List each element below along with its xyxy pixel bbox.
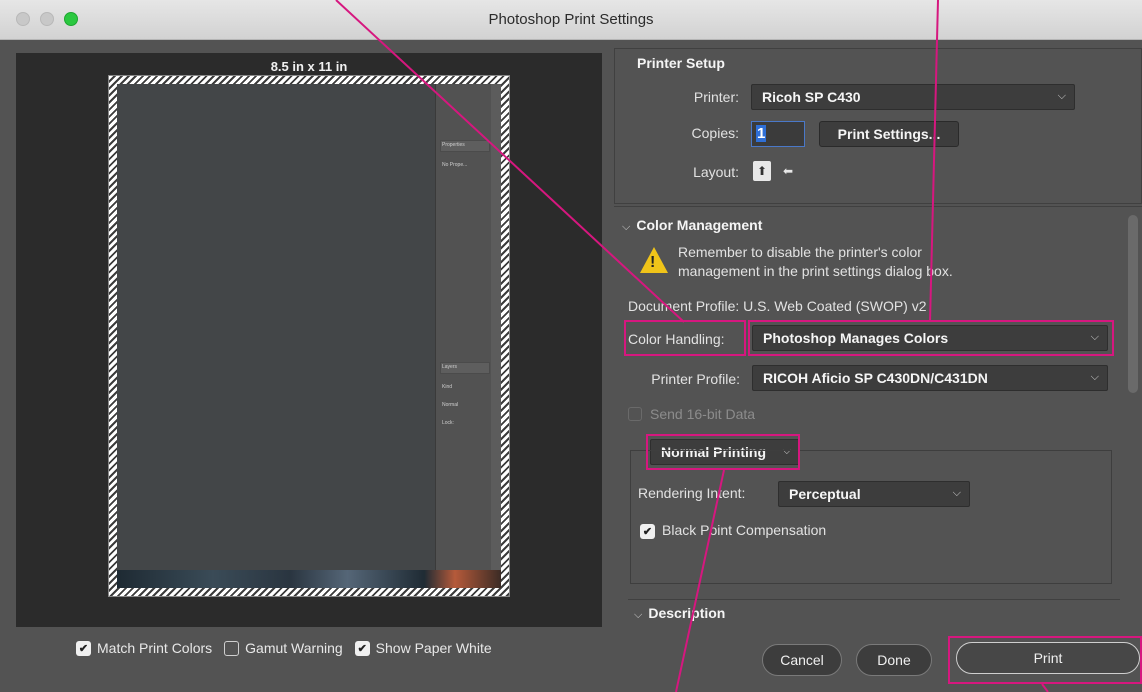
preview-lock-label: Lock: — [442, 420, 454, 426]
done-button[interactable]: Done — [856, 644, 932, 676]
paper-size-label: 8.5 in x 11 in — [270, 59, 348, 74]
printer-profile-dropdown[interactable]: RICOH Aficio SP C430DN/C431DN ⌵ — [752, 365, 1108, 391]
preview-side-panel: Properties No Prope... Layers Kind Norma… — [435, 84, 495, 570]
preview-kind-label: Kind — [442, 384, 453, 390]
color-management-header[interactable]: ⌵ Color Management — [622, 217, 762, 234]
preview-properties-label: Properties — [442, 142, 465, 148]
preview-normal-label: Normal — [442, 402, 459, 408]
warning-exclamation-icon: ! — [650, 254, 656, 271]
preview-image: Properties No Prope... Layers Kind Norma… — [117, 84, 501, 588]
section-divider — [628, 599, 1120, 600]
copies-label: Copies: — [691, 125, 739, 141]
cancel-button[interactable]: Cancel — [762, 644, 842, 676]
color-handling-label-highlight — [624, 320, 746, 356]
printer-profile-label: Printer Profile: — [651, 371, 740, 387]
preview-paper[interactable]: Properties No Prope... Layers Kind Norma… — [108, 75, 510, 597]
chevron-down-icon: ⌵ — [1090, 371, 1099, 383]
match-print-colors-option[interactable]: Match Print Colors — [76, 640, 212, 656]
warning-line-1: Remember to disable the printer's color — [678, 244, 922, 260]
warning-line-2: management in the print settings dialog … — [678, 263, 953, 279]
chevron-down-icon: ⌵ — [1057, 90, 1066, 102]
copies-value: 1 — [756, 125, 767, 142]
print-button-highlight — [948, 636, 1142, 684]
preview-no-properties-label: No Prope... — [442, 162, 468, 168]
preview-options: Match Print Colors Gamut Warning Show Pa… — [76, 640, 492, 656]
print-settings-window: Photoshop Print Settings 8.5 in x 11 in … — [0, 0, 1142, 692]
window-title: Photoshop Print Settings — [488, 11, 654, 28]
layout-label: Layout: — [693, 164, 739, 180]
portrait-layout-icon[interactable]: ⬆ — [753, 161, 771, 181]
printer-dropdown[interactable]: Ricoh SP C430 ⌵ — [751, 84, 1075, 110]
printer-value: Ricoh SP C430 — [762, 89, 861, 105]
chevron-down-icon: ⌵ — [634, 609, 643, 621]
show-paper-white-checkbox[interactable] — [354, 640, 370, 656]
gamut-warning-label: Gamut Warning — [245, 640, 343, 656]
show-paper-white-label: Show Paper White — [375, 640, 492, 656]
printer-profile-value: RICOH Aficio SP C430DN/C431DN — [763, 370, 988, 386]
preview-layers-label: Layers — [442, 364, 458, 370]
printer-label: Printer: — [693, 89, 739, 105]
gamut-warning-option[interactable]: Gamut Warning — [224, 640, 343, 656]
printer-setup-section: Printer Setup Printer: Ricoh SP C430 ⌵ C… — [614, 48, 1142, 204]
gamut-warning-checkbox[interactable] — [224, 640, 240, 656]
print-settings-button[interactable]: Print Settings... — [819, 121, 959, 147]
show-paper-white-option[interactable]: Show Paper White — [354, 640, 492, 656]
printer-setup-title: Printer Setup — [637, 55, 725, 71]
match-print-colors-label: Match Print Colors — [97, 640, 213, 656]
send-16bit-checkbox[interactable] — [628, 407, 642, 421]
description-title: Description — [648, 605, 726, 621]
title-bar: Photoshop Print Settings — [0, 0, 1142, 40]
color-handling-dropdown-highlight — [748, 320, 1114, 356]
printing-mode-highlight — [646, 434, 800, 470]
send-16bit-label: Send 16-bit Data — [650, 406, 756, 422]
printing-options-group — [630, 450, 1112, 584]
preview-scroll-strip — [491, 84, 501, 570]
match-print-colors-checkbox[interactable] — [76, 640, 91, 656]
preview-photo-strip — [117, 570, 501, 588]
copies-input[interactable]: 1 — [751, 121, 805, 147]
print-preview-panel: 8.5 in x 11 in Properties No Prope... La… — [16, 53, 602, 627]
landscape-layout-icon[interactable]: ⬅ — [779, 161, 797, 181]
settings-scrollbar[interactable] — [1128, 215, 1138, 393]
description-header[interactable]: ⌵ Description — [634, 605, 725, 622]
color-management-title: Color Management — [636, 217, 763, 233]
document-profile: Document Profile: U.S. Web Coated (SWOP)… — [628, 298, 927, 314]
chevron-down-icon: ⌵ — [622, 221, 631, 233]
